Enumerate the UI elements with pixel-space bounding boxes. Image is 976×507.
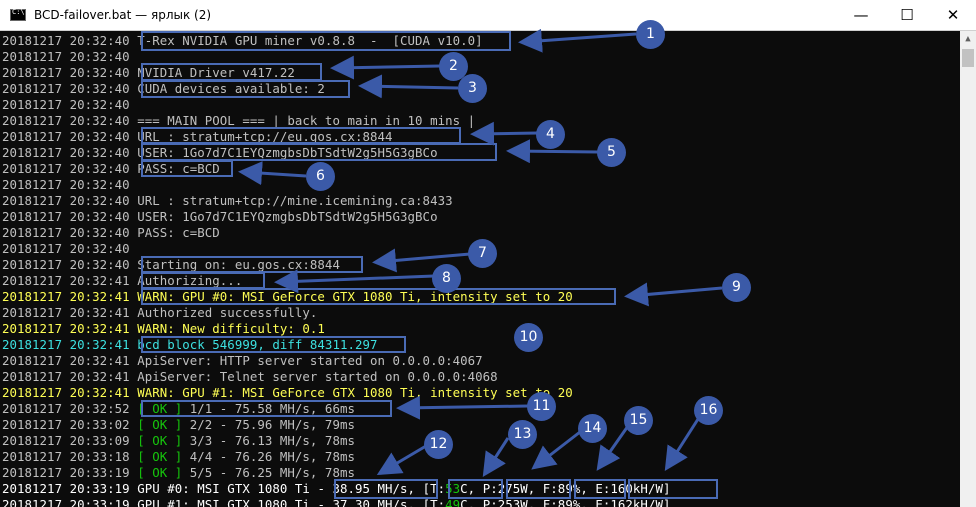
log-line: 20181217 20:32:41 ApiServer: Telnet serv… (2, 369, 498, 384)
annotation-marker: 7 (468, 239, 497, 268)
annotation-marker: 1 (636, 20, 665, 49)
log-line: 20181217 20:32:41 Authorized successfull… (2, 305, 318, 320)
annotation-box (141, 256, 363, 273)
close-button[interactable]: ✕ (930, 0, 976, 31)
annotation-box (574, 479, 626, 499)
annotation-box (628, 479, 718, 499)
annotation-marker: 13 (508, 420, 537, 449)
ok-badge: [ OK ] (137, 465, 183, 480)
maximize-button[interactable]: ☐ (884, 0, 930, 31)
share-line: 20181217 20:33:18 [ OK ] 4/4 - 76.26 MH/… (2, 449, 355, 464)
ok-badge: [ OK ] (137, 417, 183, 432)
annotation-box (141, 80, 350, 98)
warn-line: 20181217 20:32:41 WARN: GPU #1: MSI GeFo… (2, 385, 573, 400)
annotation-box (141, 31, 511, 51)
ok-badge: [ OK ] (137, 449, 183, 464)
window-title: BCD-failover.bat — ярлык (2) (34, 8, 212, 22)
scroll-thumb[interactable] (962, 49, 974, 67)
annotation-box (141, 63, 322, 81)
log-line: 20181217 20:32:40 (2, 177, 130, 192)
annotation-marker: 5 (597, 138, 626, 167)
annotation-box (141, 160, 233, 177)
log-line: 20181217 20:32:40 PASS: c=BCD (2, 225, 220, 240)
annotation-marker: 15 (624, 406, 653, 435)
share-line: 20181217 20:33:09 [ OK ] 3/3 - 76.13 MH/… (2, 433, 355, 448)
console-window: BCD-failover.bat — ярлык (2) — ☐ ✕ 20181… (0, 0, 976, 507)
annotation-marker: 10 (514, 323, 543, 352)
minimize-button[interactable]: — (838, 0, 884, 31)
annotation-marker: 3 (458, 74, 487, 103)
cmd-console-icon (10, 8, 26, 21)
annotation-box (448, 479, 503, 499)
log-line: 20181217 20:32:40 (2, 241, 130, 256)
annotation-box (506, 479, 571, 499)
annotation-marker: 14 (578, 414, 607, 443)
annotation-box (141, 272, 265, 289)
log-line: 20181217 20:32:40 URL : stratum+tcp://mi… (2, 193, 453, 208)
annotation-marker: 12 (424, 430, 453, 459)
ok-badge: [ OK ] (137, 433, 183, 448)
annotation-marker: 11 (527, 392, 556, 421)
vertical-scrollbar[interactable] (960, 31, 976, 507)
scroll-up-icon[interactable]: ▲ (960, 31, 976, 48)
annotation-marker: 16 (694, 396, 723, 425)
annotation-box (141, 127, 461, 144)
annotation-box (334, 479, 438, 499)
annotation-marker: 4 (536, 120, 565, 149)
share-line: 20181217 20:33:02 [ OK ] 2/2 - 75.96 MH/… (2, 417, 355, 432)
log-line: 20181217 20:32:40 (2, 97, 130, 112)
annotation-marker: 9 (722, 273, 751, 302)
annotation-box (141, 336, 406, 353)
annotation-box (141, 288, 616, 305)
annotation-box (141, 400, 392, 417)
log-line: 20181217 20:32:40 USER: 1Go7d7C1EYQzmgbs… (2, 209, 438, 224)
log-line: 20181217 20:32:41 ApiServer: HTTP server… (2, 353, 483, 368)
log-line: 20181217 20:32:40 (2, 49, 130, 64)
annotation-box (141, 143, 497, 161)
annotation-marker: 8 (432, 264, 461, 293)
share-line: 20181217 20:33:19 [ OK ] 5/5 - 76.25 MH/… (2, 465, 355, 480)
title-bar[interactable]: BCD-failover.bat — ярлык (2) — ☐ ✕ (0, 0, 976, 31)
warn-line: 20181217 20:32:41 WARN: New difficulty: … (2, 321, 325, 336)
annotation-marker: 6 (306, 162, 335, 191)
